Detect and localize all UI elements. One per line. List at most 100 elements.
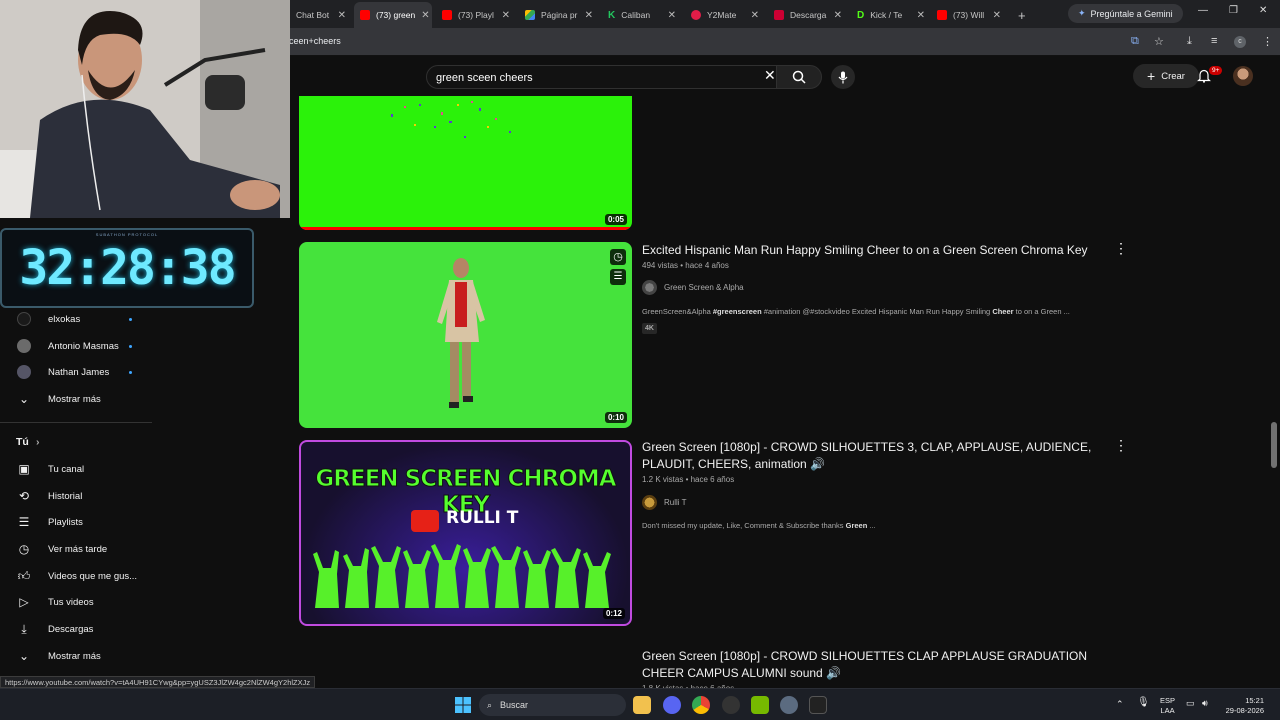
sidebar-item-elxokas[interactable]: elxokas	[0, 308, 155, 330]
video-title[interactable]: Excited Hispanic Man Run Happy Smiling C…	[642, 242, 1112, 259]
tab-label: Y2Mate	[707, 10, 737, 20]
sidebar-item-ver-mas-tarde[interactable]: ◷ Ver más tarde	[0, 538, 155, 560]
video-title[interactable]: Green Screen [1080p] - CROWD SILHOUETTES…	[642, 648, 1112, 682]
settings-gear-icon[interactable]	[780, 696, 798, 714]
close-icon[interactable]: ✕	[751, 10, 759, 21]
you-section-heading[interactable]: Tú ›	[0, 431, 155, 453]
media-queue-icon[interactable]: ≡	[1211, 35, 1217, 47]
tab-label: (73) green	[376, 10, 416, 20]
show-more-subscriptions[interactable]: ⌄ Mostrar más	[0, 388, 155, 410]
channel-link[interactable]: Green Screen & Alpha	[642, 280, 744, 295]
more-options-icon[interactable]: ⋮	[1114, 241, 1128, 255]
chrome-icon[interactable]	[692, 696, 710, 714]
minimize-button[interactable]: —	[1198, 5, 1208, 16]
video-thumbnail[interactable]: ◷ ☰ 0:10	[299, 242, 632, 428]
sidebar-item-nathan-james[interactable]: Nathan James	[0, 361, 155, 383]
sidebar-item-tus-videos[interactable]: ▷ Tus videos	[0, 591, 155, 613]
tab-kick[interactable]: D Kick / Te ✕	[851, 4, 931, 26]
tab-chat-bot[interactable]: Chat Bot ✕	[290, 4, 352, 26]
profile-icon[interactable]: c	[1234, 36, 1246, 48]
downloads-icon[interactable]: ⤓	[1187, 35, 1192, 48]
thumbs-up-icon: 👍︎	[17, 568, 31, 583]
close-icon[interactable]: ✕	[993, 10, 1001, 21]
timer-caption: SUBATHON PROTOCOL	[95, 232, 159, 237]
close-icon[interactable]: ✕	[668, 10, 676, 21]
close-window-button[interactable]: ✕	[1259, 5, 1267, 16]
language-indicator[interactable]: ESP LAA	[1160, 696, 1175, 716]
lang-top: ESP	[1160, 696, 1176, 705]
video-duration: 0:12	[602, 608, 625, 619]
browser-menu-icon[interactable]: ⋮	[1262, 35, 1273, 48]
channel-avatar	[16, 338, 32, 354]
quality-badge: 4K	[642, 323, 657, 334]
create-button[interactable]: + Crear	[1133, 64, 1199, 88]
clear-search-icon[interactable]: ✕	[764, 67, 776, 84]
watch-later-icon[interactable]: ◷	[610, 249, 626, 265]
voice-search-button[interactable]	[831, 65, 855, 89]
taskbar-search[interactable]: ⌕ Buscar	[479, 694, 626, 716]
translate-icon[interactable]: ⧉	[1131, 35, 1139, 48]
video-thumbnail[interactable]: 0:05	[299, 96, 632, 230]
new-tab-button[interactable]: +	[1012, 4, 1028, 26]
tab-pagina[interactable]: Página pr ✕	[519, 4, 599, 26]
sidebar-item-historial[interactable]: ⟲ Historial	[0, 485, 155, 507]
tab-caliban[interactable]: K Caliban ✕	[602, 4, 682, 26]
close-icon[interactable]: ✕	[338, 10, 346, 21]
notification-badge: 9+	[1209, 66, 1223, 75]
sidebar-item-liked-videos[interactable]: 👍︎ Videos que me gus...	[0, 565, 155, 587]
tab-green-search[interactable]: (73) green ✕	[354, 2, 432, 28]
scrollbar[interactable]	[1271, 422, 1277, 468]
bookmark-star-icon[interactable]: ☆	[1154, 35, 1164, 48]
windows-start-icon[interactable]	[455, 697, 471, 713]
account-avatar[interactable]	[1233, 66, 1253, 86]
url-field[interactable]: ceen+cheers	[289, 36, 341, 46]
channel-link[interactable]: Rulli T	[642, 495, 687, 510]
playlists-icon: ☰	[18, 515, 30, 529]
microphone-icon[interactable]: 🎙︎	[1137, 698, 1150, 708]
thumbnail-subtext: RULLI T	[446, 508, 519, 528]
network-icon[interactable]: ▭	[1186, 698, 1195, 708]
video-meta: 1.2 K vistas • hace 6 años	[642, 475, 735, 484]
nvidia-icon[interactable]	[751, 696, 769, 714]
close-icon[interactable]: ✕	[502, 10, 510, 21]
search-button[interactable]	[776, 65, 822, 89]
video-thumbnail[interactable]: GREEN SCREEN CHROMA KEY RULLI T 0:12	[299, 440, 632, 626]
chevron-down-icon: ⌄	[18, 392, 30, 406]
gemini-button[interactable]: ✦ Pregúntale a Gemini	[1068, 4, 1183, 23]
sidebar-item-antonio-masmas[interactable]: Antonio Masmas	[0, 335, 155, 357]
sidebar-item-playlists[interactable]: ☰ Playlists	[0, 511, 155, 533]
capcut-icon[interactable]	[809, 696, 827, 714]
show-more-you[interactable]: ⌄ Mostrar más	[0, 645, 155, 667]
maximize-button[interactable]: ❐	[1229, 5, 1238, 16]
video-duration: 0:10	[604, 412, 627, 423]
close-icon[interactable]: ✕	[421, 10, 429, 21]
file-explorer-icon[interactable]	[633, 696, 651, 714]
windows-taskbar: ⌕ Buscar ⌃ 🎙︎ ESP LAA ▭ 🔊︎ 15:21 29-08-202…	[0, 688, 1280, 720]
add-to-queue-icon[interactable]: ☰	[610, 269, 626, 285]
tab-will[interactable]: (73) Will ✕	[931, 4, 1007, 26]
sidebar-item-descargas[interactable]: ⤓ Descargas	[0, 618, 155, 640]
webcam-overlay	[0, 0, 290, 218]
drive-icon	[525, 10, 535, 20]
tab-label: Página pr	[541, 10, 578, 20]
tab-label: Kick / Te	[870, 10, 903, 20]
tab-descarga[interactable]: Descarga ✕	[768, 4, 848, 26]
tab-playlist[interactable]: (73) Playl ✕	[436, 4, 516, 26]
search-icon: ⌕	[487, 699, 493, 710]
search-input[interactable]: green sceen cheers	[426, 65, 777, 89]
chevron-up-icon[interactable]: ⌃	[1116, 699, 1124, 709]
discord-icon[interactable]	[663, 696, 681, 714]
video-title[interactable]: Green Screen [1080p] - CROWD SILHOUETTES…	[642, 439, 1112, 473]
youtube-header: green sceen cheers ✕ + Crear 9+	[290, 56, 1280, 96]
youtube-icon	[360, 10, 370, 20]
close-icon[interactable]: ✕	[917, 10, 925, 21]
tab-y2mate[interactable]: Y2Mate ✕	[685, 4, 765, 26]
close-icon[interactable]: ✕	[585, 10, 593, 21]
more-options-icon[interactable]: ⋮	[1114, 438, 1128, 452]
volume-icon[interactable]: 🔊︎	[1202, 698, 1208, 708]
obs-icon[interactable]	[722, 696, 740, 714]
clock[interactable]: 15:21 29-08-2026	[1224, 696, 1264, 716]
plus-icon: +	[1147, 68, 1156, 84]
close-icon[interactable]: ✕	[834, 10, 842, 21]
sidebar-item-tu-canal[interactable]: ▣ Tu canal	[0, 458, 155, 480]
